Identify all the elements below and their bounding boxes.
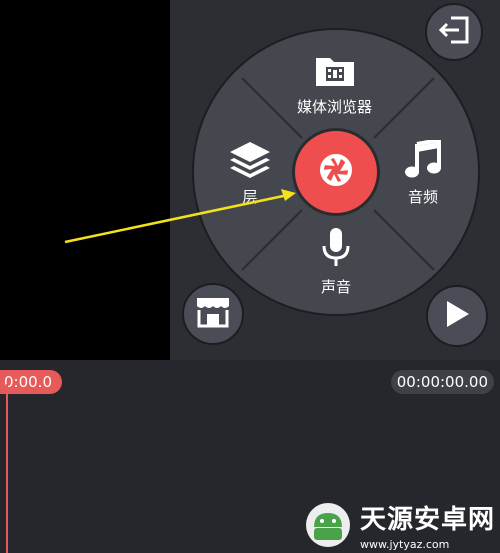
media-folder-icon [314,54,356,92]
layer-label: 层 [242,188,258,206]
watermark: 天源安卓网 www.jytyaz.com [300,497,495,553]
total-time-badge: 00:00:00.00 [390,370,494,394]
current-time-badge: 0:00.0 [0,370,62,394]
audio-label: 音频 [407,188,438,206]
playhead[interactable] [6,384,8,553]
play-icon [443,299,471,333]
voice-item[interactable]: 声音 [320,228,352,297]
audio-item[interactable]: 音频 [405,137,441,207]
voice-label: 声音 [320,278,351,296]
watermark-text: 天源安卓网 www.jytyaz.com [360,499,495,551]
play-button[interactable] [426,285,488,347]
asset-store-button[interactable] [182,283,244,345]
media-browser-label: 媒体浏览器 [297,98,373,116]
watermark-site-url: www.jytyaz.com [360,538,450,551]
android-logo-icon [300,497,356,553]
store-icon [195,296,231,332]
layers-icon [228,140,272,182]
video-preview [0,0,170,360]
microphone-icon [320,228,352,272]
watermark-site-name: 天源安卓网 [360,505,496,535]
layer-item[interactable]: 层 [228,140,272,207]
media-browser-item[interactable]: 媒体浏览器 [297,54,372,117]
record-button[interactable] [292,128,380,216]
music-note-icon [405,137,441,182]
camera-aperture-icon [316,150,356,194]
